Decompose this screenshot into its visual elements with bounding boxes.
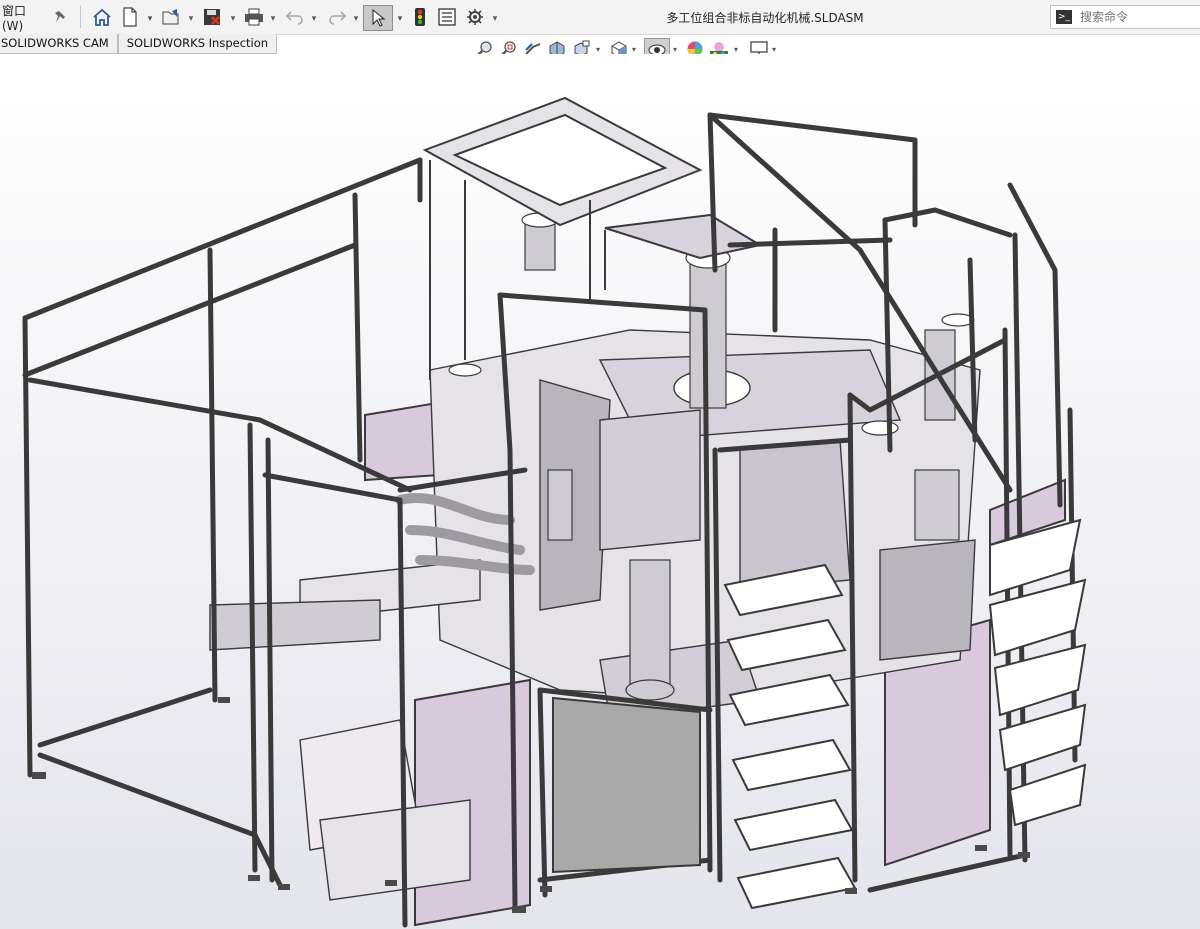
print-dropdown-icon[interactable]: ▾ <box>268 7 278 31</box>
title-bar: 窗口(W) ▾ ▾ ▾ ▾ ▾ ▾ ▾ ▾ 多工位组合非标自动化机械.SLDAS… <box>0 0 1200 35</box>
redo-icon[interactable] <box>325 5 349 29</box>
home-icon[interactable] <box>90 5 114 29</box>
open-icon[interactable] <box>160 5 184 29</box>
redo-dropdown-icon[interactable]: ▾ <box>351 7 361 31</box>
assembly-model-render[interactable] <box>0 54 1200 929</box>
options-dropdown-icon[interactable]: ▾ <box>490 7 500 31</box>
print-icon[interactable] <box>242 5 266 29</box>
select-icon[interactable] <box>363 5 393 31</box>
command-prompt-icon: >_ <box>1056 10 1072 24</box>
undo-dropdown-icon[interactable]: ▾ <box>309 7 319 31</box>
search-commands-box[interactable]: >_ <box>1050 5 1200 29</box>
save-icon[interactable] <box>200 5 224 29</box>
graphics-area[interactable] <box>0 54 1200 929</box>
file-properties-icon[interactable] <box>435 5 459 29</box>
new-document-icon[interactable] <box>118 5 142 29</box>
undo-icon[interactable] <box>283 5 307 29</box>
new-document-dropdown-icon[interactable]: ▾ <box>145 7 155 31</box>
open-dropdown-icon[interactable]: ▾ <box>186 7 196 31</box>
tab-solidworks-cam[interactable]: SOLIDWORKS CAM <box>0 34 118 54</box>
tab-solidworks-inspection[interactable]: SOLIDWORKS Inspection <box>117 34 278 54</box>
document-title: 多工位组合非标自动化机械.SLDASM <box>666 11 864 25</box>
command-manager-tabs: SOLIDWORKS CAM SOLIDWORKS Inspection <box>0 34 278 54</box>
window-menu[interactable]: 窗口(W) <box>0 4 46 33</box>
save-dropdown-icon[interactable]: ▾ <box>228 7 238 31</box>
select-dropdown-icon[interactable]: ▾ <box>395 7 405 31</box>
search-input[interactable] <box>1078 9 1200 25</box>
pin-icon[interactable] <box>50 5 74 29</box>
options-icon[interactable] <box>463 5 487 29</box>
rebuild-icon[interactable] <box>408 5 432 29</box>
